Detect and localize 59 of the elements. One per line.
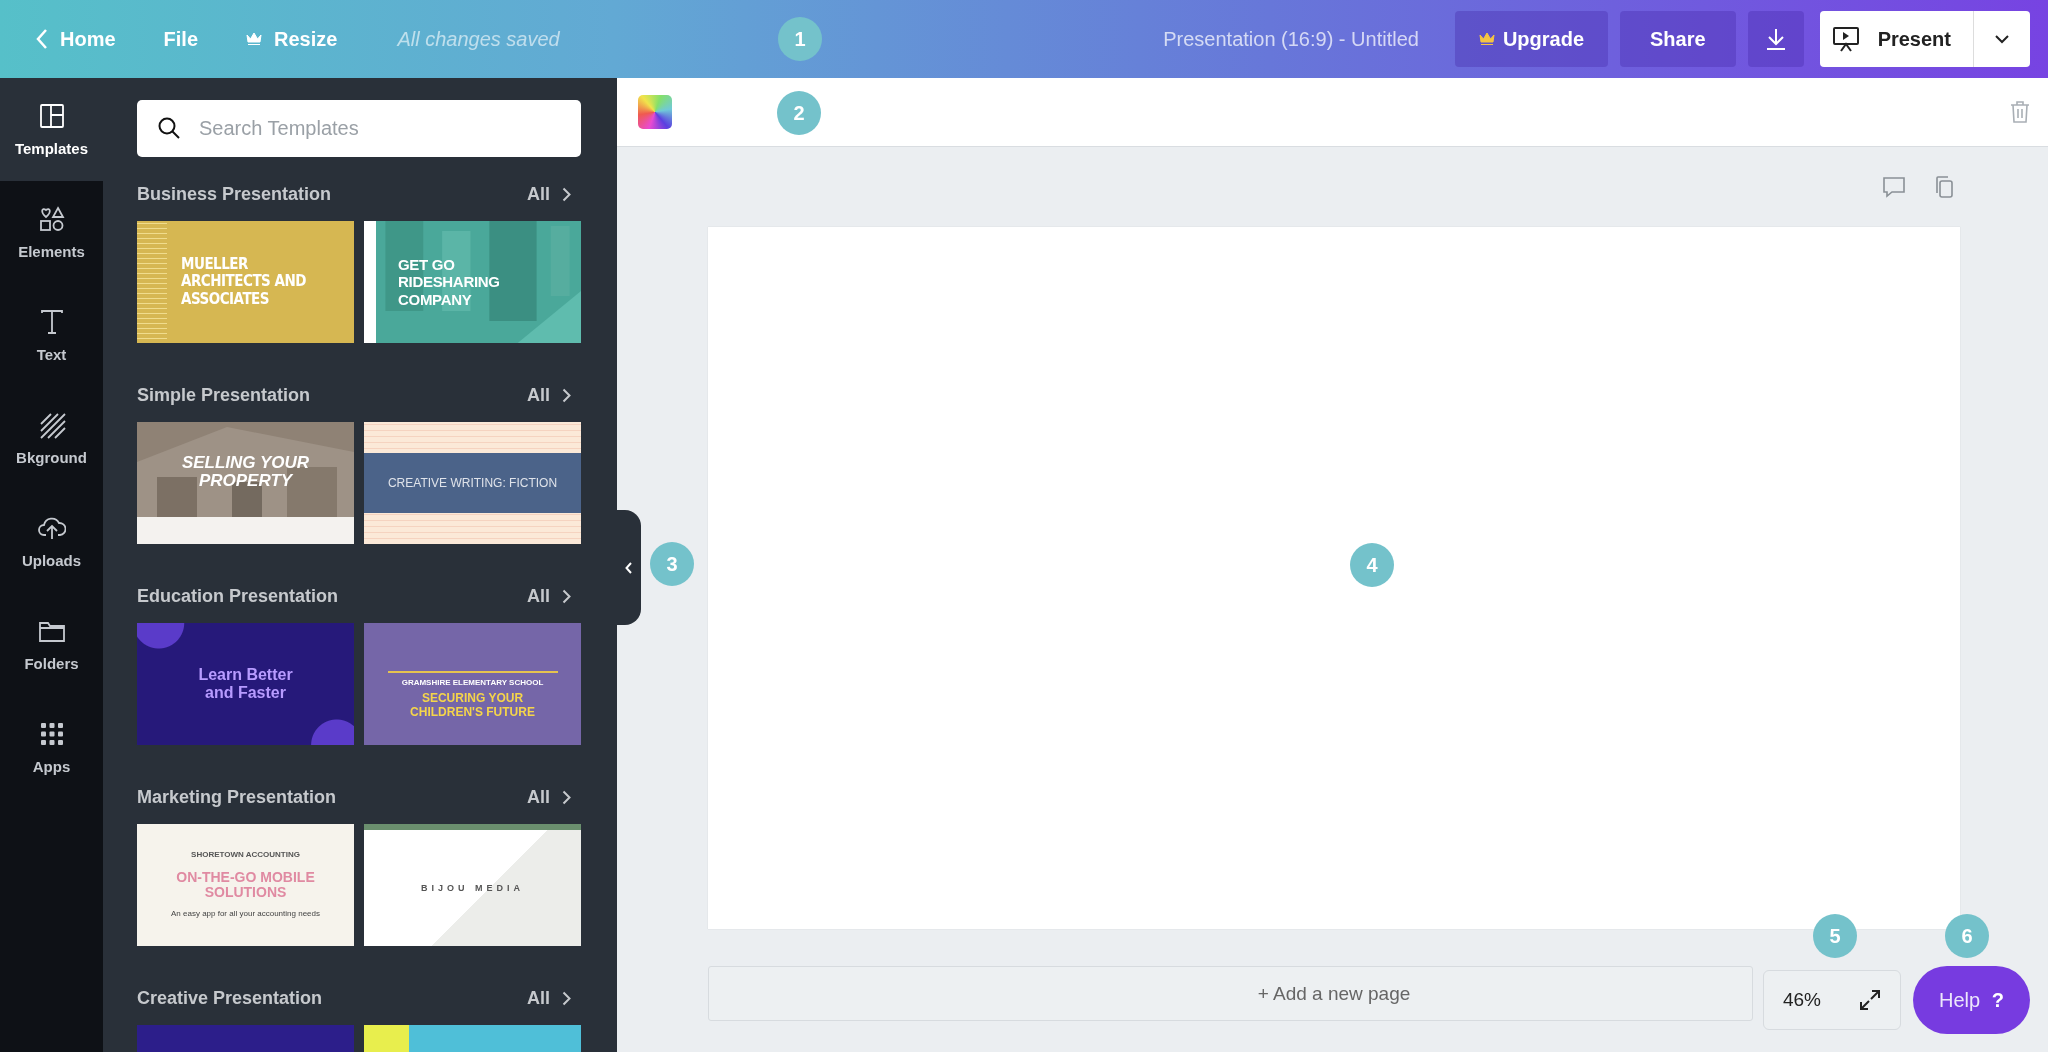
template-thumbnail[interactable]: BIJOU MEDIA <box>364 824 581 946</box>
crown-icon <box>1478 32 1495 46</box>
download-icon <box>1764 27 1787 51</box>
fullscreen-button[interactable] <box>1859 989 1881 1011</box>
sidebar-tab[interactable]: Templates <box>0 78 103 181</box>
template-title: MUELLER ARCHITECTS AND ASSOCIATES <box>181 256 307 308</box>
template-thumbnail[interactable]: GET GO RIDESHARING COMPANY <box>364 221 581 343</box>
template-thumbnail[interactable]: SHORETOWN ACCOUNTING ON-THE-GO MOBILE SOLUTIONS An easy app for all your accounting needs <box>137 824 354 946</box>
template-title: CREATIVE WRITING: FICTION <box>387 476 558 490</box>
chevron-right-icon <box>562 990 571 1006</box>
template-thumbnail[interactable]: GRAMSHIRE ELEMENTARY SCHOOL SECURING YOUR CHILDREN'S FUTURE <box>364 623 581 745</box>
layout-icon <box>37 102 66 130</box>
chevron-right-icon <box>562 186 571 202</box>
document-title: Presentation (16:9) - Untitled <box>1163 27 1419 51</box>
crown-icon <box>246 32 263 46</box>
zoom-level-button[interactable]: 46% <box>1783 989 1821 1011</box>
see-all-link[interactable]: All <box>527 183 581 205</box>
template-thumbnail[interactable]: Learn Better and Faster <box>137 623 354 745</box>
collapse-panel-tab[interactable] <box>617 510 641 625</box>
copy-icon <box>1934 175 1954 199</box>
expand-icon <box>1859 989 1881 1011</box>
template-text: An easy app for all your accounting needs <box>170 910 321 920</box>
shapes-icon <box>37 205 66 233</box>
help-button[interactable]: Help ? <box>1913 966 2030 1034</box>
see-all-link[interactable]: All <box>527 987 581 1009</box>
caret-down-icon <box>1994 34 2010 44</box>
search-icon <box>157 116 181 140</box>
see-all-link[interactable]: All <box>527 585 581 607</box>
chevron-right-icon <box>562 588 571 604</box>
download-button[interactable] <box>1747 11 1804 67</box>
chevron-right-icon <box>562 789 571 805</box>
template-text: SECURING YOUR CHILDREN'S FUTURE <box>409 691 536 720</box>
template-thumbnail[interactable]: CREATIVE WRITING: FICTION <box>364 422 581 544</box>
template-text: GRAMSHIRE ELEMENTARY SCHOOL <box>387 670 558 687</box>
chevron-left-icon <box>625 561 633 574</box>
template-title: GET GO RIDESHARING COMPANY <box>398 256 501 308</box>
template-text: ON-THE-GO MOBILE SOLUTIONS <box>175 869 316 901</box>
section-title: Marketing Presentation <box>137 786 337 808</box>
section-title: Simple Presentation <box>137 384 311 406</box>
search-field[interactable]: Search Templates <box>137 100 581 157</box>
section-title: Education Presentation <box>137 585 339 607</box>
trash-icon <box>2010 100 2030 124</box>
presentation-screen-icon <box>1831 25 1860 53</box>
chevron-left-icon <box>36 28 48 50</box>
template-title: Learn Better and Faster <box>197 665 294 703</box>
section-title: Creative Presentation <box>137 987 323 1009</box>
share-button[interactable]: Share <box>1620 11 1736 67</box>
add-page-button[interactable]: + Add a new page <box>708 966 1753 1021</box>
chevron-right-icon <box>562 387 571 403</box>
template-title: BIJOU MEDIA <box>421 883 524 893</box>
save-status: All changes saved <box>397 27 560 51</box>
see-all-link[interactable]: All <box>527 786 581 808</box>
see-all-link[interactable]: All <box>527 384 581 406</box>
template-text: SHORETOWN ACCOUNTING <box>190 850 301 860</box>
color-picker-button[interactable] <box>638 95 672 129</box>
comment-icon <box>1882 176 1906 198</box>
section-title: Business Presentation <box>137 183 332 205</box>
template-title: SELLING YOUR PROPERTY <box>180 454 311 490</box>
upgrade-button[interactable]: Upgrade <box>1454 11 1609 67</box>
